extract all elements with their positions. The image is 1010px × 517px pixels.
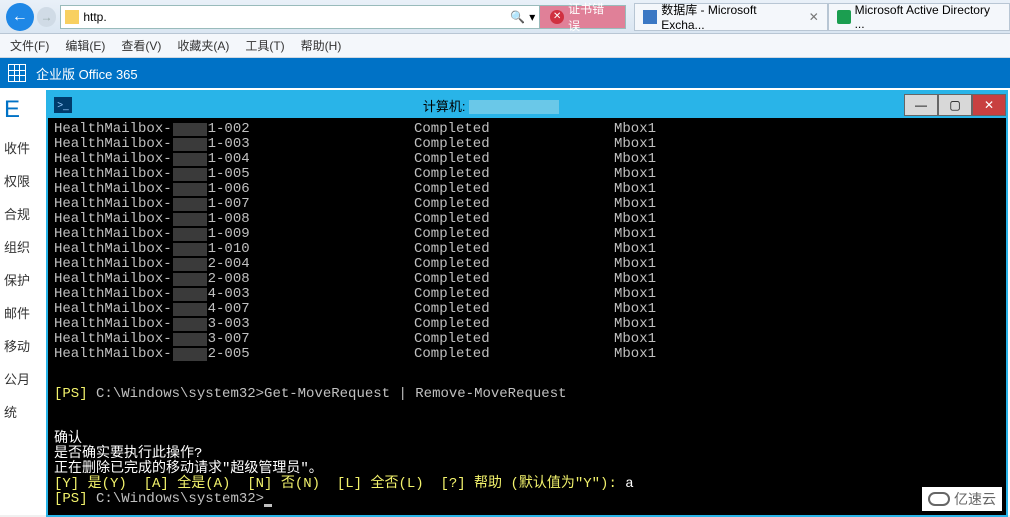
tab-close-icon[interactable]: ✕: [809, 10, 819, 24]
address-bar[interactable]: http. 🔍 ▾: [60, 5, 540, 29]
cursor: [264, 504, 272, 507]
watermark: 亿速云: [922, 487, 1002, 511]
menu-edit[interactable]: 编辑(E): [65, 37, 105, 54]
confirm-detail: 正在删除已完成的移动请求"超级管理员"。: [54, 462, 1000, 477]
maximize-button[interactable]: ▢: [938, 94, 972, 116]
watermark-text: 亿速云: [954, 489, 996, 509]
tab-label: Microsoft Active Directory ...: [855, 3, 1001, 31]
output-row: HealthMailbox-1-007CompletedMbox1: [54, 197, 1000, 212]
menu-favorites[interactable]: 收藏夹(A): [177, 37, 229, 54]
tab-favicon: [837, 10, 851, 24]
menu-help[interactable]: 帮助(H): [301, 37, 342, 54]
cloud-icon: [928, 492, 950, 506]
sidebar-item[interactable]: 合规: [4, 204, 42, 223]
address-text: http.: [83, 10, 106, 24]
exchange-brand: E: [4, 96, 42, 124]
confirm-question: 是否确实要执行此操作?: [54, 447, 1000, 462]
confirm-title: 确认: [54, 432, 1000, 447]
tab-favicon: [643, 10, 657, 24]
app-launcher-icon[interactable]: [8, 64, 26, 82]
back-button[interactable]: ←: [6, 3, 34, 31]
powershell-output[interactable]: HealthMailbox-1-002CompletedMbox1HealthM…: [48, 118, 1006, 515]
sidebar-item[interactable]: 收件: [4, 138, 42, 157]
output-row: HealthMailbox-1-005CompletedMbox1: [54, 167, 1000, 182]
search-icon[interactable]: 🔍: [510, 10, 525, 24]
sidebar-item[interactable]: 公月: [4, 369, 42, 388]
ps-prompt-path: C:\Windows\system32>: [96, 491, 264, 507]
tab-ad[interactable]: Microsoft Active Directory ...: [828, 3, 1010, 31]
menu-file[interactable]: 文件(F): [10, 37, 49, 54]
window-title: 计算机:: [423, 99, 466, 114]
dropdown-icon[interactable]: ▾: [529, 10, 535, 24]
ps-prompt-marker: [PS]: [54, 386, 96, 402]
confirm-choices: [Y] 是(Y) [A] 全是(A) [N] 否(N) [L] 全否(L) [?…: [54, 476, 625, 492]
powershell-titlebar[interactable]: >_ 计算机: — ▢ ✕: [48, 92, 1006, 118]
output-row: HealthMailbox-4-003CompletedMbox1: [54, 287, 1000, 302]
output-row: HealthMailbox-1-002CompletedMbox1: [54, 122, 1000, 137]
menu-tools[interactable]: 工具(T): [245, 37, 284, 54]
ps-prompt-path: C:\Windows\system32>: [96, 386, 264, 402]
output-row: HealthMailbox-1-008CompletedMbox1: [54, 212, 1000, 227]
browser-nav-bar: ← → http. 🔍 ▾ ✕ 证书错误 数据库 - Microsoft Exc…: [0, 0, 1010, 34]
sidebar-item[interactable]: 统: [4, 402, 42, 421]
tab-exchange[interactable]: 数据库 - Microsoft Excha... ✕: [634, 3, 827, 31]
sidebar-item[interactable]: 权限: [4, 171, 42, 190]
sidebar-item[interactable]: 移动: [4, 336, 42, 355]
cert-error-label: 证书错误: [568, 0, 615, 34]
certificate-error[interactable]: ✕ 证书错误: [540, 5, 626, 29]
powershell-window: >_ 计算机: — ▢ ✕ HealthMailbox-1-002Complet…: [46, 90, 1008, 517]
sidebar-item[interactable]: 邮件: [4, 303, 42, 322]
output-row: HealthMailbox-2-005CompletedMbox1: [54, 347, 1000, 362]
output-row: HealthMailbox-2-008CompletedMbox1: [54, 272, 1000, 287]
output-row: HealthMailbox-4-007CompletedMbox1: [54, 302, 1000, 317]
close-button[interactable]: ✕: [972, 94, 1006, 116]
exchange-sidebar: E 收件 权限 合规 组织 保护 邮件 移动 公月 统: [0, 88, 46, 515]
powershell-icon: >_: [54, 97, 72, 113]
output-row: HealthMailbox-3-003CompletedMbox1: [54, 317, 1000, 332]
output-row: HealthMailbox-1-003CompletedMbox1: [54, 137, 1000, 152]
tab-label: 数据库 - Microsoft Excha...: [661, 1, 801, 32]
ps-prompt-marker: [PS]: [54, 491, 96, 507]
sidebar-item[interactable]: 保护: [4, 270, 42, 289]
ps-command: Get-MoveRequest | Remove-MoveRequest: [264, 386, 566, 402]
confirm-answer: a: [625, 476, 633, 492]
menu-view[interactable]: 查看(V): [121, 37, 161, 54]
browser-tabs: 数据库 - Microsoft Excha... ✕ Microsoft Act…: [634, 3, 1010, 31]
suite-label: 企业版 Office 365: [36, 64, 138, 83]
minimize-button[interactable]: —: [904, 94, 938, 116]
output-row: HealthMailbox-1-004CompletedMbox1: [54, 152, 1000, 167]
output-row: HealthMailbox-3-007CompletedMbox1: [54, 332, 1000, 347]
sidebar-item[interactable]: 组织: [4, 237, 42, 256]
error-icon: ✕: [550, 10, 564, 24]
output-row: HealthMailbox-1-010CompletedMbox1: [54, 242, 1000, 257]
output-row: HealthMailbox-2-004CompletedMbox1: [54, 257, 1000, 272]
output-row: HealthMailbox-1-006CompletedMbox1: [54, 182, 1000, 197]
forward-button[interactable]: →: [37, 7, 57, 27]
redacted-hostname: [469, 100, 559, 114]
site-favicon: [65, 10, 79, 24]
exchange-suite-bar: 企业版 Office 365: [0, 58, 1010, 88]
browser-menu-bar: 文件(F) 编辑(E) 查看(V) 收藏夹(A) 工具(T) 帮助(H): [0, 34, 1010, 58]
output-row: HealthMailbox-1-009CompletedMbox1: [54, 227, 1000, 242]
